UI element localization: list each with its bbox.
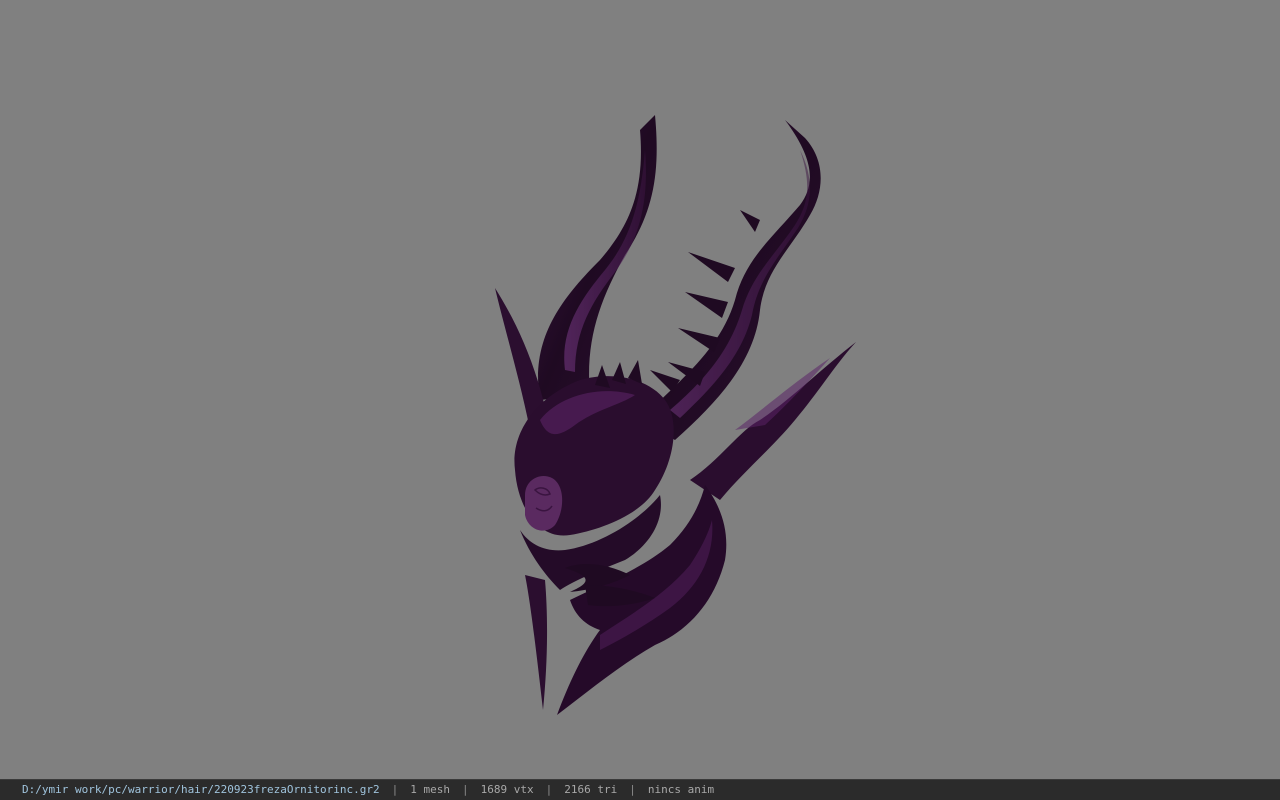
- left-horn: [538, 115, 657, 400]
- separator: |: [629, 783, 636, 796]
- helmet-model[interactable]: [0, 0, 1280, 779]
- animation-status: nincs anim: [647, 783, 715, 796]
- separator: |: [545, 783, 553, 796]
- spike: [740, 210, 760, 232]
- separator: |: [462, 783, 469, 796]
- vertex-count: 1689 vtx: [480, 783, 534, 796]
- spike: [688, 252, 735, 282]
- triangle-count: 2166 tri: [564, 783, 618, 796]
- 3d-viewport[interactable]: [0, 0, 1280, 779]
- spike: [685, 292, 728, 318]
- status-bar: D:/ymir work/pc/warrior/hair/220923freza…: [0, 779, 1280, 800]
- spike: [678, 328, 720, 352]
- mesh-count: 1 mesh: [410, 783, 450, 796]
- file-path: D:/ymir work/pc/warrior/hair/220923freza…: [22, 783, 380, 796]
- separator: |: [391, 783, 399, 796]
- left-fang: [525, 575, 548, 710]
